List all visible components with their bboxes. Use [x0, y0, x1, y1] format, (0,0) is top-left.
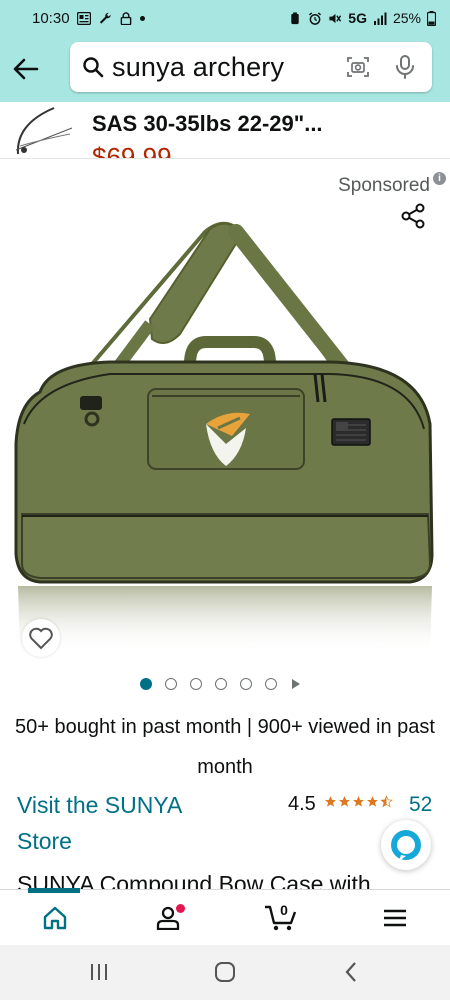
carousel-dot[interactable]: [215, 678, 227, 690]
notification-dot-icon: [139, 15, 145, 21]
news-icon: [76, 11, 91, 25]
home-icon: [43, 906, 67, 930]
back-button[interactable]: [0, 43, 52, 95]
menu-icon: [384, 909, 406, 927]
recent-apps-button[interactable]: [84, 959, 114, 985]
battery-icon: [427, 10, 436, 26]
recent-apps-icon: [91, 964, 107, 980]
system-navigation: [0, 945, 450, 1000]
system-back-button[interactable]: [336, 959, 366, 985]
wrench-icon: [99, 12, 111, 24]
carousel-dot[interactable]: [240, 678, 252, 690]
heart-icon: [29, 627, 53, 650]
alarm-icon: [309, 11, 322, 25]
search-input[interactable]: sunya archery: [70, 42, 432, 92]
chevron-left-icon: [345, 962, 356, 982]
alexa-icon: [391, 830, 421, 861]
camera-search-icon[interactable]: [346, 55, 370, 79]
star-rating: [324, 795, 393, 808]
visit-store-link[interactable]: Visit the SUNYA Store: [17, 787, 227, 859]
product-listing: Sponsored i 50+ bought in past month | 9…: [0, 159, 450, 889]
product-title: SUNYA Compound Bow Case with: [17, 871, 371, 889]
image-carousel-dots: [140, 678, 300, 690]
account-notification-dot: [176, 904, 185, 913]
rating-count[interactable]: 52: [409, 793, 432, 817]
bottom-navigation: 0: [0, 889, 450, 945]
lock-icon: [120, 11, 131, 25]
alexa-button[interactable]: [381, 820, 431, 870]
wishlist-button[interactable]: [22, 619, 60, 657]
search-icon: [83, 57, 104, 78]
product-thumbnail: [15, 107, 73, 155]
search-query[interactable]: sunya archery: [112, 52, 284, 83]
rating[interactable]: 4.5: [288, 793, 393, 816]
sponsored-label: Sponsored: [338, 175, 430, 196]
star-icon: [366, 796, 378, 807]
status-bar: 10:30 5G 25%: [0, 0, 450, 36]
nav-menu[interactable]: [365, 890, 425, 946]
back-arrow-icon: [13, 58, 39, 80]
battery-saver-icon: [291, 11, 299, 24]
status-time: 10:30: [32, 9, 70, 27]
strip-price: $69.99: [92, 142, 172, 159]
carousel-dot[interactable]: [140, 678, 152, 690]
nav-cart[interactable]: [250, 890, 310, 946]
half-star-icon: [380, 795, 393, 808]
home-system-button[interactable]: [210, 959, 240, 985]
product-image[interactable]: [0, 214, 450, 674]
social-proof-text: 50+ bought in past month | 900+ viewed i…: [15, 716, 435, 778]
signal-icon: [373, 12, 387, 25]
carousel-dot[interactable]: [165, 678, 177, 690]
carousel-dot[interactable]: [265, 678, 277, 690]
home-circle-icon: [215, 962, 235, 982]
cart-count: 0: [280, 902, 288, 918]
star-icon: [352, 796, 364, 807]
sticky-product-strip[interactable]: SAS 30-35lbs 22-29"... $69.99: [0, 102, 450, 159]
rating-value: 4.5: [288, 793, 316, 815]
network-label: 5G: [348, 10, 367, 26]
carousel-dot[interactable]: [190, 678, 202, 690]
video-play-icon[interactable]: [292, 679, 300, 689]
nav-account[interactable]: [138, 890, 198, 946]
nav-home[interactable]: [25, 890, 85, 946]
star-icon: [338, 796, 350, 807]
microphone-icon[interactable]: [394, 54, 416, 80]
battery-level: 25%: [392, 10, 421, 26]
info-icon[interactable]: i: [433, 172, 446, 185]
star-icon: [324, 796, 336, 807]
search-header: sunya archery: [0, 36, 450, 102]
mute-icon: [329, 13, 342, 23]
strip-product-title: SAS 30-35lbs 22-29"...: [92, 111, 323, 136]
